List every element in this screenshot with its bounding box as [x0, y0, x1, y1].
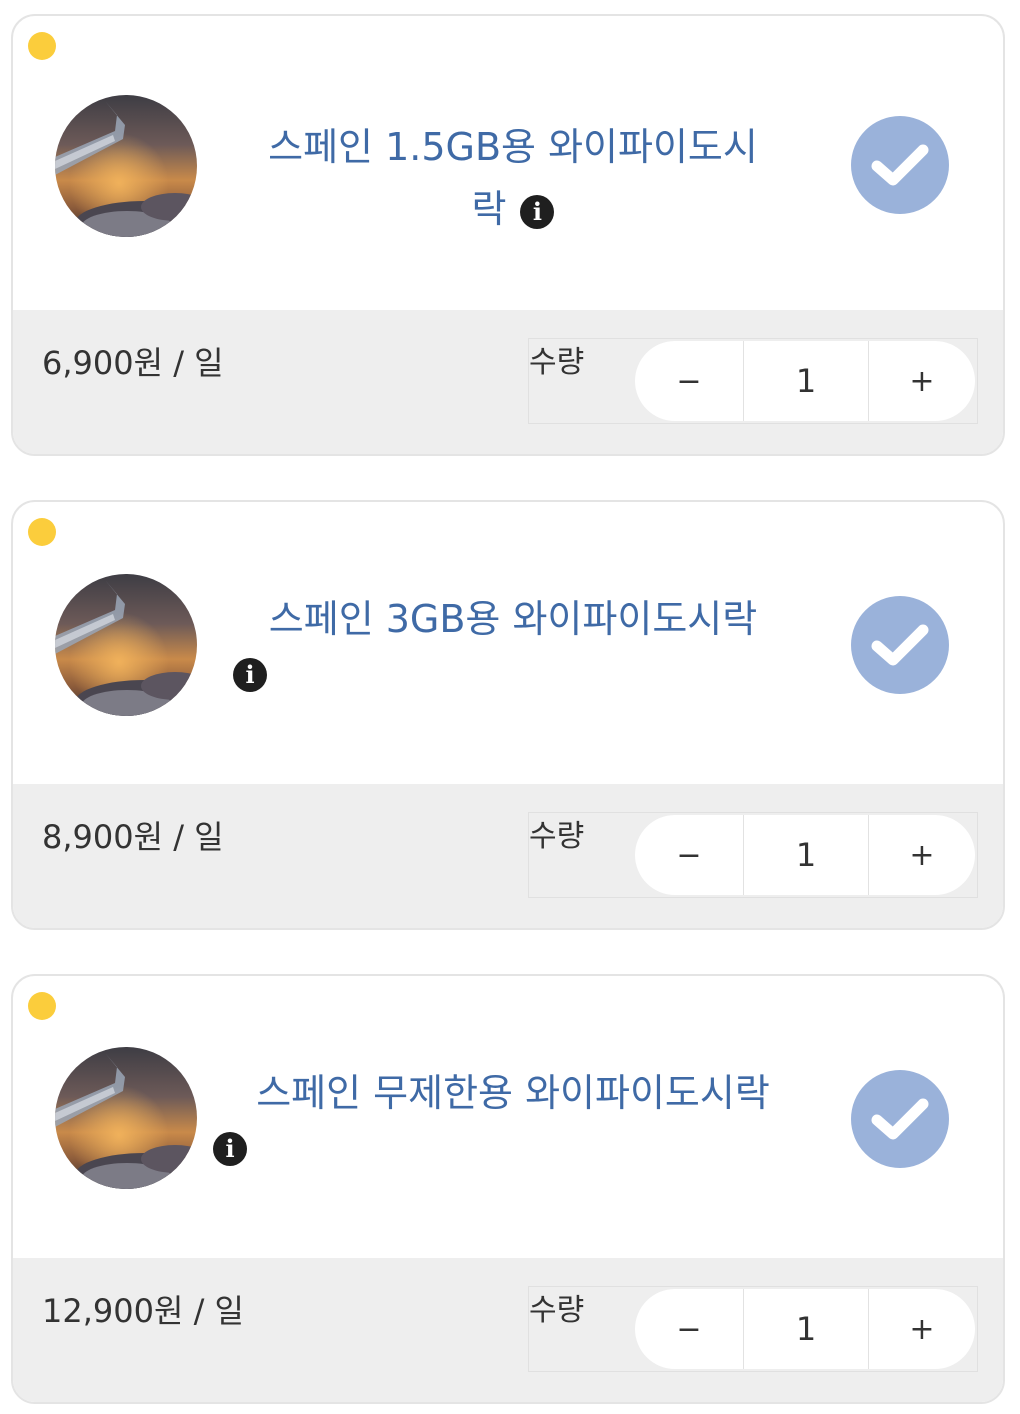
card-footer: 8,900원 / 일 수량 − 1 + [13, 784, 1003, 928]
product-card: 스페인 무제한용 와이파이도시락 i 12,900원 / 일 수량 − 1 + [11, 974, 1005, 1404]
product-image [55, 574, 197, 716]
product-title-line: 스페인 1.5GB용 와이파이도시 [268, 125, 758, 169]
product-title[interactable]: 스페인 1.5GB용 와이파이도시 락i [233, 116, 793, 240]
select-check-button[interactable] [851, 596, 949, 694]
checkmark-icon [871, 624, 929, 666]
decrease-button[interactable]: − [635, 341, 743, 421]
price-label: 6,900원 / 일 [42, 344, 224, 382]
product-title-line: 스페인 3GB용 와이파이도시락 [268, 597, 758, 641]
status-dot [28, 992, 56, 1020]
select-check-button[interactable] [851, 1070, 949, 1168]
product-card: 스페인 3GB용 와이파이도시락 i 8,900원 / 일 수량 − 1 + [11, 500, 1005, 930]
info-icon[interactable]: i [520, 194, 555, 229]
select-check-button[interactable] [851, 116, 949, 214]
card-footer: 12,900원 / 일 수량 − 1 + [13, 1258, 1003, 1402]
increase-button[interactable]: + [869, 341, 975, 421]
product-title[interactable]: 스페인 3GB용 와이파이도시락 i [233, 588, 793, 692]
quantity-stepper: − 1 + [635, 815, 975, 895]
info-icon[interactable]: i [233, 658, 267, 692]
decrease-button[interactable]: − [635, 815, 743, 895]
quantity-value[interactable]: 1 [743, 815, 869, 895]
product-title-wrap: 락 [471, 187, 507, 231]
quantity-label: 수량 [529, 819, 585, 854]
quantity-value[interactable]: 1 [743, 341, 869, 421]
quantity-stepper: − 1 + [635, 341, 975, 421]
quantity-control: 수량 − 1 + [528, 812, 978, 898]
status-dot [28, 518, 56, 546]
checkmark-icon [871, 1098, 929, 1140]
decrease-button[interactable]: − [635, 1289, 743, 1369]
quantity-control: 수량 − 1 + [528, 1286, 978, 1372]
product-title[interactable]: 스페인 무제한용 와이파이도시락 i [213, 1062, 813, 1166]
price-label: 8,900원 / 일 [42, 818, 224, 856]
increase-button[interactable]: + [869, 1289, 975, 1369]
quantity-control: 수량 − 1 + [528, 338, 978, 424]
increase-button[interactable]: + [869, 815, 975, 895]
card-footer: 6,900원 / 일 수량 − 1 + [13, 310, 1003, 454]
checkmark-icon [871, 144, 929, 186]
status-dot [28, 32, 56, 60]
quantity-label: 수량 [529, 1293, 585, 1328]
price-label: 12,900원 / 일 [42, 1292, 244, 1330]
product-image [55, 1047, 197, 1189]
quantity-label: 수량 [529, 345, 585, 380]
product-title-line: 스페인 무제한용 와이파이도시락 [256, 1071, 770, 1115]
info-icon[interactable]: i [213, 1132, 247, 1166]
product-image [55, 95, 197, 237]
product-card: 스페인 1.5GB용 와이파이도시 락i 6,900원 / 일 수량 − 1 + [11, 14, 1005, 456]
quantity-value[interactable]: 1 [743, 1289, 869, 1369]
quantity-stepper: − 1 + [635, 1289, 975, 1369]
